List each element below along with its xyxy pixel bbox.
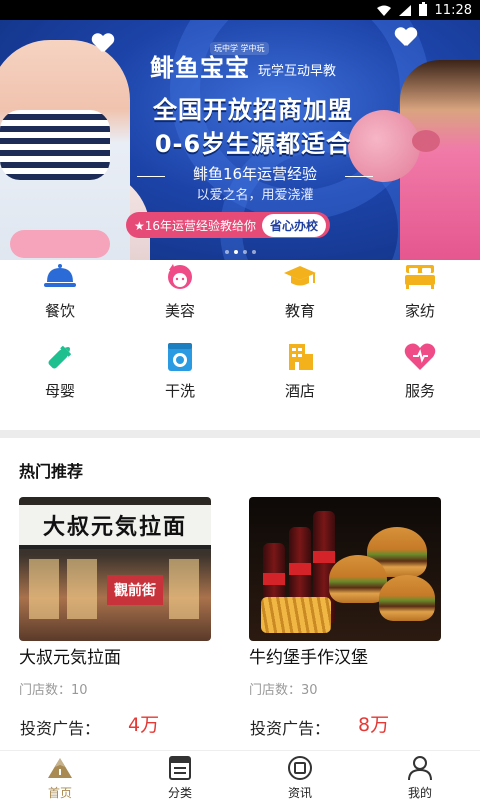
category-home-textile[interactable]: 家纺 xyxy=(360,262,480,321)
pagination-dot[interactable] xyxy=(224,250,229,254)
banner-headline-line-2: 0-6岁生源都适合 xyxy=(154,130,352,158)
status-bar: 11:28 xyxy=(0,0,480,20)
section-divider xyxy=(0,430,480,438)
hotel-building-icon xyxy=(289,344,313,370)
brand-slogan: 玩学互动早教 xyxy=(258,64,337,79)
shop-window xyxy=(169,559,199,619)
category-services[interactable]: 服务 xyxy=(360,342,480,401)
banner-cta-pill[interactable]: ★16年运营经验教给你 省心办校 xyxy=(126,212,331,238)
category-label: 家纺 xyxy=(404,302,435,320)
graduation-cap-icon xyxy=(284,266,316,286)
category-list-icon xyxy=(169,756,191,780)
banner-subline-1: 鲱鱼16年运营经验 xyxy=(192,165,318,183)
category-dry-cleaning[interactable]: 干洗 xyxy=(120,342,240,401)
banner-subline-2: 以爱之名，用爱浇灌 xyxy=(196,188,314,203)
brand-logo: 鲱鱼宝宝 xyxy=(150,54,250,82)
cellular-signal-icon xyxy=(398,4,411,16)
battery-icon xyxy=(418,2,427,16)
bed-icon xyxy=(405,265,435,289)
investment-value: 4万 xyxy=(128,714,160,736)
category-label: 母婴 xyxy=(44,382,75,400)
banner-child-shirt xyxy=(0,110,110,180)
burger xyxy=(379,575,435,621)
brand-lockup: 鲱鱼宝宝 玩学互动早教 xyxy=(150,48,336,83)
nav-label: 首页 xyxy=(47,786,72,800)
franchise-card-image[interactable]: 大叔元気拉面 觀前街 xyxy=(19,497,211,641)
nav-profile[interactable]: 我的 xyxy=(360,755,480,800)
heart-icon xyxy=(395,28,417,48)
franchise-store-count: 门店数：10 xyxy=(19,683,88,698)
shop-window xyxy=(29,559,59,619)
news-circle-icon xyxy=(288,756,312,780)
user-icon xyxy=(408,756,432,781)
banner-headline: 全国开放招商加盟 0-6岁生源都适合 xyxy=(128,93,378,161)
shop-sign: 大叔元気拉面 xyxy=(19,505,211,549)
nav-label: 分类 xyxy=(167,786,192,800)
banner-pagination xyxy=(0,250,480,254)
shop-red-sign: 觀前街 xyxy=(107,575,163,605)
nav-news[interactable]: 资讯 xyxy=(240,755,360,800)
cloche-icon xyxy=(44,264,76,287)
shop-window xyxy=(67,559,97,619)
category-hotel[interactable]: 酒店 xyxy=(240,342,360,401)
category-label: 服务 xyxy=(404,382,435,400)
heart-icon xyxy=(404,343,436,370)
banner-headline-line-1: 全国开放招商加盟 xyxy=(153,96,353,124)
category-label: 餐饮 xyxy=(44,302,75,320)
pagination-dot[interactable] xyxy=(251,250,256,254)
baby-bottle-icon xyxy=(48,346,71,369)
category-label: 教育 xyxy=(284,302,315,320)
home-mountain-icon xyxy=(48,758,72,778)
fries xyxy=(261,597,331,633)
banner-cta-text: ★16年运营经验教给你 xyxy=(134,218,257,233)
beauty-face-icon xyxy=(168,264,192,289)
franchise-card-image[interactable] xyxy=(249,497,441,641)
category-maternal-baby[interactable]: 母婴 xyxy=(0,342,120,401)
investment-value: 8万 xyxy=(358,714,390,736)
category-grid: 餐饮 美容 教育 家纺 母婴 干洗 酒店 服务 xyxy=(0,260,480,430)
nav-category[interactable]: 分类 xyxy=(120,755,240,800)
franchise-name[interactable]: 大叔元気拉面 xyxy=(19,643,121,668)
category-beauty[interactable]: 美容 xyxy=(120,262,240,321)
pagination-dot[interactable] xyxy=(242,250,247,254)
category-label: 干洗 xyxy=(164,382,195,400)
section-title-hot: 热门推荐 xyxy=(19,462,84,481)
investment-label: 投资广告： xyxy=(250,719,331,738)
category-education[interactable]: 教育 xyxy=(240,262,360,321)
investment-label: 投资广告： xyxy=(20,719,101,738)
status-time: 11:28 xyxy=(434,2,472,18)
promo-banner[interactable]: 玩中学 学中玩 鲱鱼宝宝 玩学互动早教 全国开放招商加盟 0-6岁生源都适合 鲱… xyxy=(0,20,480,260)
franchise-name[interactable]: 牛约堡手作汉堡 xyxy=(249,643,368,668)
category-label: 酒店 xyxy=(284,382,315,400)
banner-cta-button[interactable]: 省心办校 xyxy=(262,213,327,237)
heart-icon xyxy=(92,34,114,54)
wifi-icon xyxy=(376,5,391,16)
category-label: 美容 xyxy=(164,302,195,320)
banner-pig-nose xyxy=(412,130,440,152)
nav-label: 资讯 xyxy=(287,786,312,800)
franchise-card[interactable]: 大叔元気拉面 觀前街 大叔元気拉面 门店数：10 投资广告： 4万 xyxy=(19,497,211,738)
nav-home[interactable]: 首页 xyxy=(0,755,120,800)
franchise-card[interactable]: 牛约堡手作汉堡 门店数：30 投资广告： 8万 xyxy=(249,497,441,738)
pagination-dot-active[interactable] xyxy=(233,250,238,254)
washing-machine-icon xyxy=(168,343,192,371)
bottom-nav: 首页 分类 资讯 我的 xyxy=(0,750,480,800)
nav-label: 我的 xyxy=(407,786,432,800)
franchise-store-count: 门店数：30 xyxy=(249,683,318,698)
category-catering[interactable]: 餐饮 xyxy=(0,262,120,321)
